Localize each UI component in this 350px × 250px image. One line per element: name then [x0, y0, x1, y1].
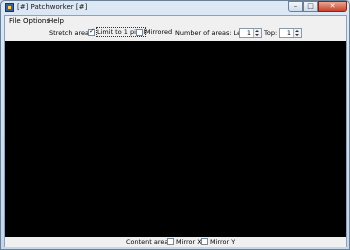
top-areas-value[interactable]: 1 [287, 29, 291, 37]
number-of-areas-left-label: Number of areas: Left: [175, 29, 249, 37]
menu-file[interactable]: File [9, 17, 21, 25]
left-areas-spinner[interactable]: 1 [239, 28, 262, 38]
menu-options[interactable]: Options [23, 17, 50, 25]
minimize-button[interactable]: – [288, 1, 303, 12]
menu-bar: File Options Help [5, 16, 346, 26]
mirror-y-label[interactable]: Mirror Y [210, 238, 235, 246]
window-title: [#] Patchworker [#] [17, 3, 88, 11]
mirror-y-checkbox-box[interactable] [201, 238, 208, 245]
menu-help[interactable]: Help [48, 17, 64, 25]
title-bar[interactable]: [#] Patchworker [#] – □ ✕ [1, 1, 349, 15]
close-button[interactable]: ✕ [318, 1, 347, 12]
top-label: Top: [264, 29, 278, 37]
mirror-y-checkbox[interactable]: Mirror Y [201, 237, 235, 247]
spinner-arrows-icon[interactable] [253, 29, 261, 37]
spinner-arrows-icon[interactable] [293, 29, 301, 37]
client-area: File Options Help Stretch areas: Limit t… [4, 15, 347, 247]
mirror-x-checkbox-box[interactable] [167, 238, 174, 245]
top-areas-spinner[interactable]: 1 [279, 28, 302, 38]
settings-toolbar: Stretch areas: Limit to 1 pixel Mirrored… [5, 26, 346, 41]
limit-checkbox-box[interactable] [88, 27, 95, 36]
mirrored-checkbox-box[interactable] [136, 29, 143, 36]
left-areas-value[interactable]: 1 [247, 29, 251, 37]
limit-to-1-pixel-checkbox[interactable]: Limit to 1 pixel [88, 27, 147, 38]
app-icon[interactable] [5, 3, 14, 12]
content-areas-bar: Content areas: Mirror X Mirror Y [5, 237, 346, 247]
app-window: [#] Patchworker [#] – □ ✕ File Options H… [0, 0, 350, 250]
mirror-x-label[interactable]: Mirror X [176, 238, 202, 246]
maximize-button[interactable]: □ [303, 1, 318, 12]
preview-canvas[interactable] [5, 41, 346, 237]
mirrored-checkbox[interactable]: Mirrored [136, 28, 176, 38]
mirrored-checkbox-label[interactable]: Mirrored [145, 28, 172, 36]
mirror-x-checkbox[interactable]: Mirror X [167, 237, 202, 247]
